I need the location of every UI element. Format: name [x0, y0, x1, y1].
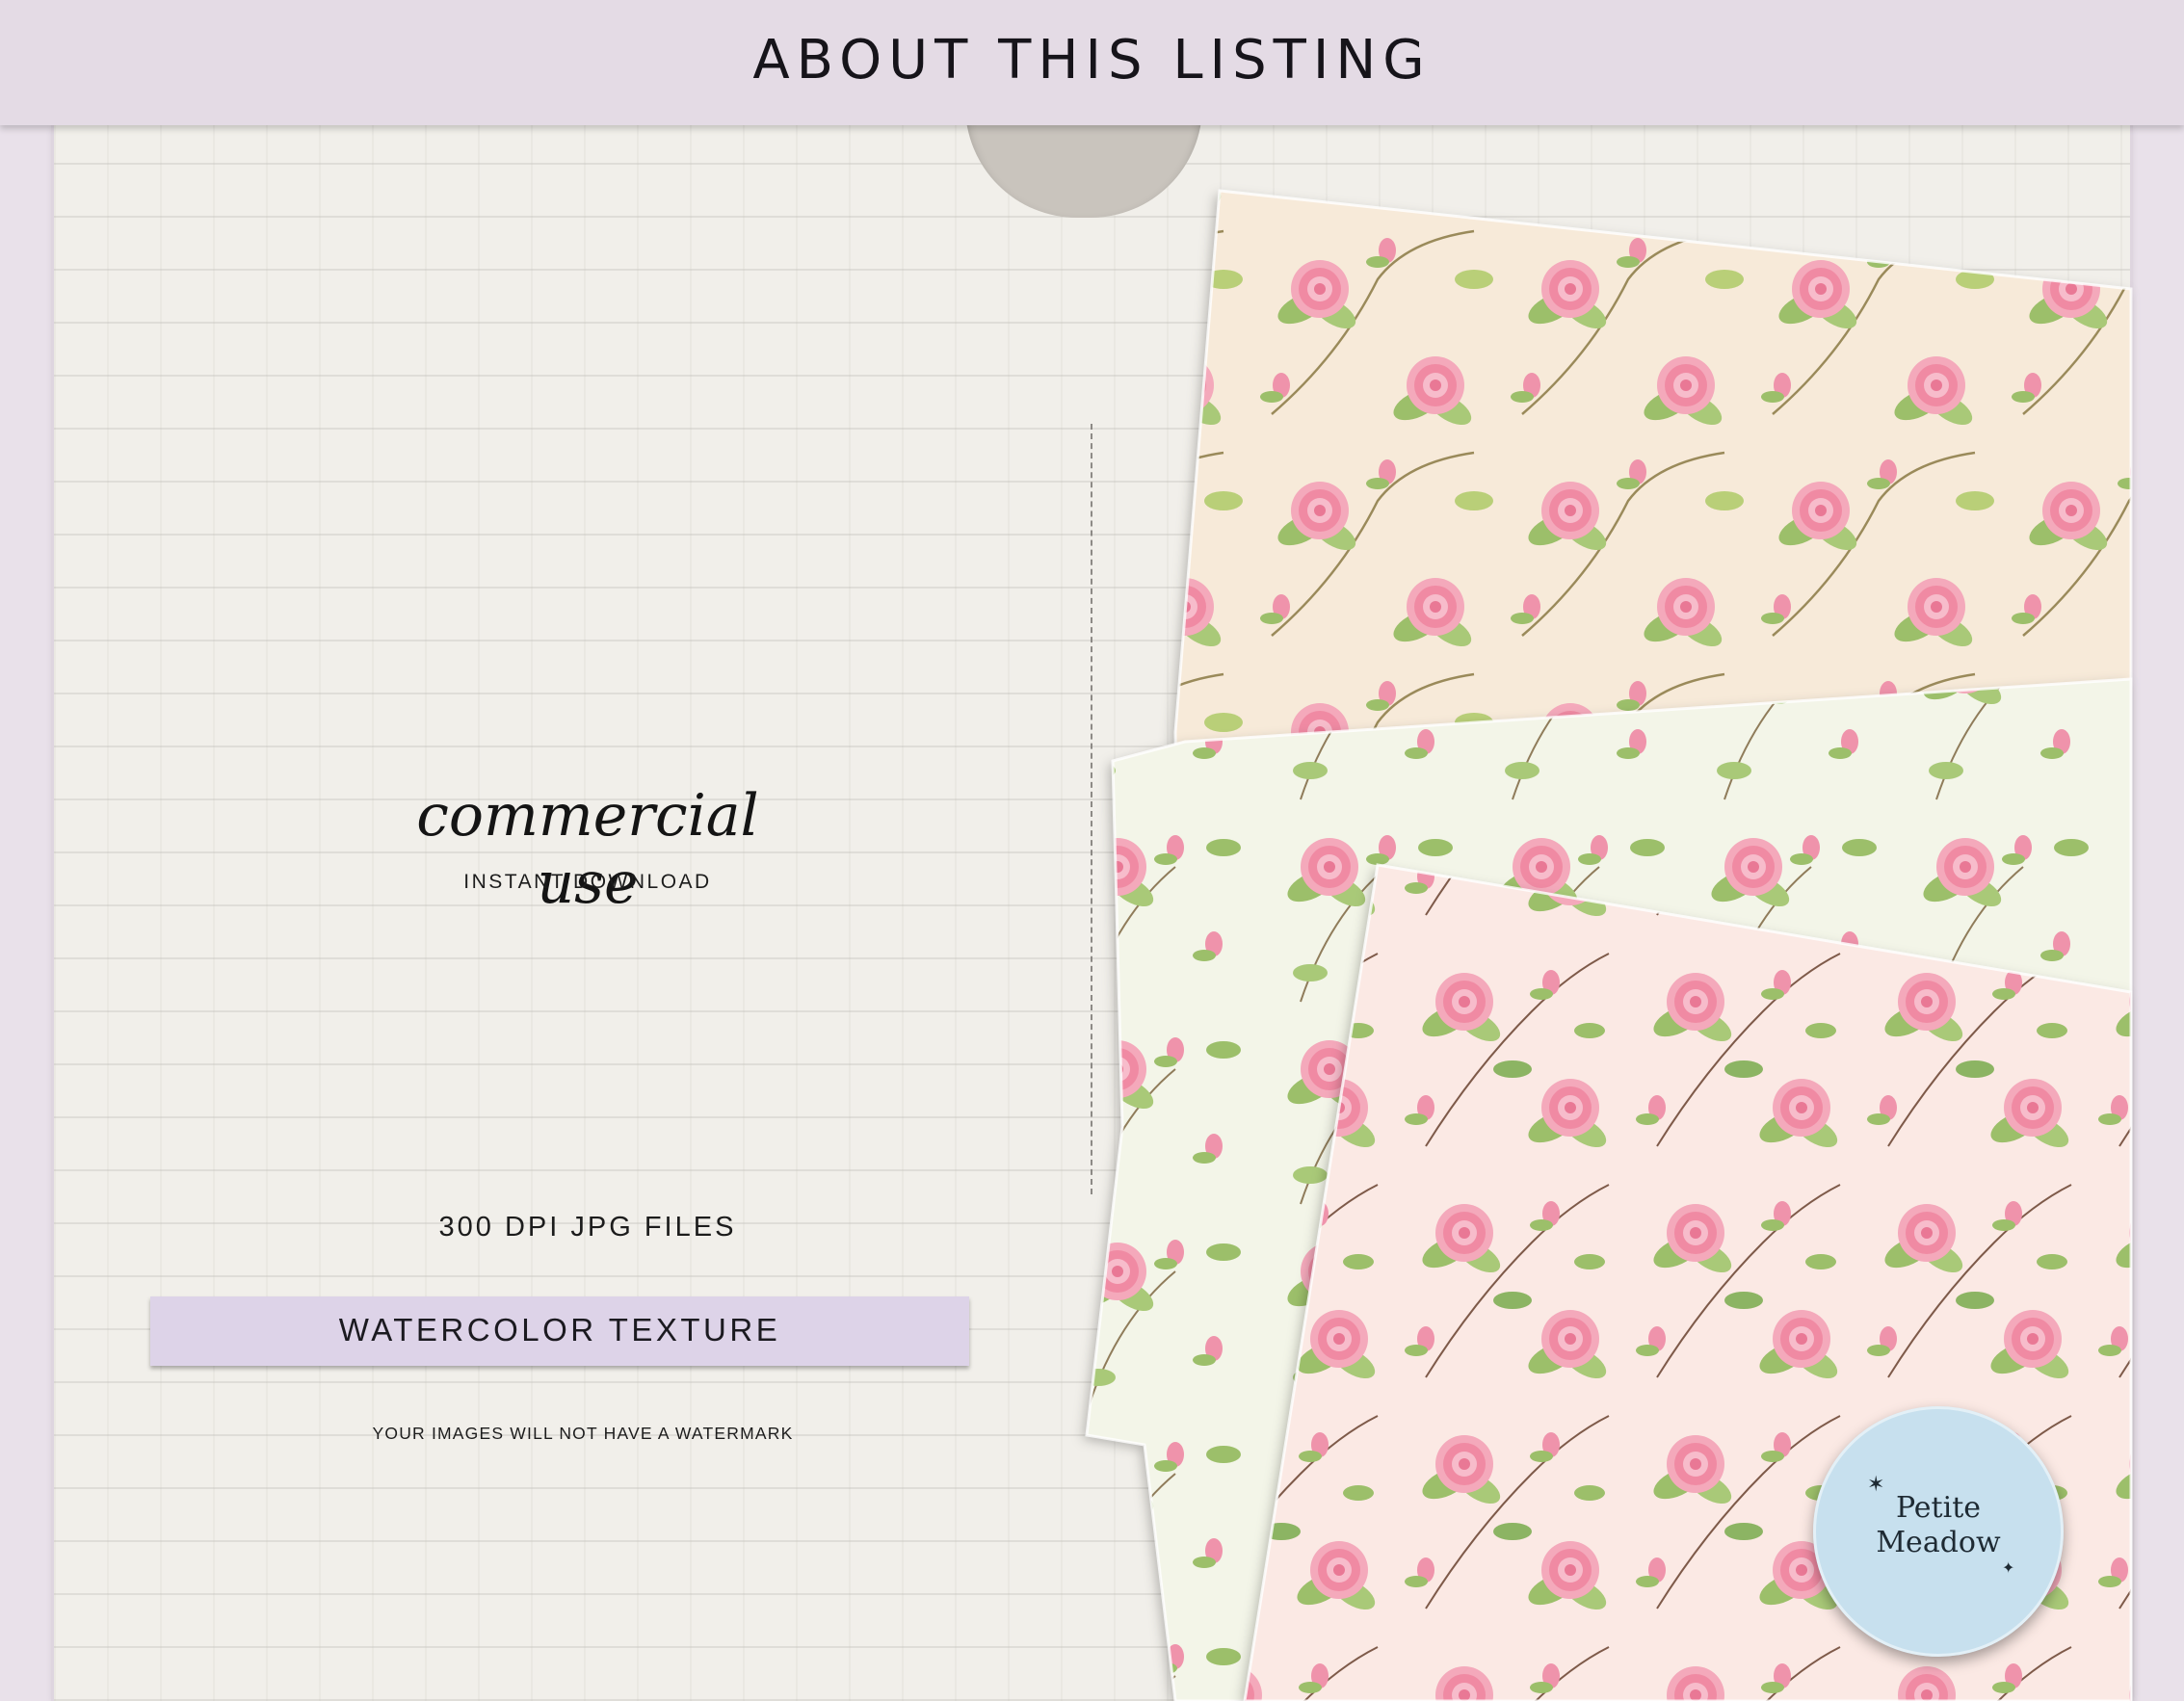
- shop-logo-badge: ✶ ✦ Petite Meadow: [1813, 1406, 2064, 1657]
- sparkle-icon: ✦: [2002, 1560, 2015, 1577]
- logo-line-petite: Petite: [1895, 1491, 1982, 1525]
- page-title: ABOUT THIS LISTING: [752, 29, 1432, 92]
- header-bar: ABOUT THIS LISTING: [0, 0, 2184, 125]
- logo-line-meadow: Meadow: [1876, 1526, 2001, 1559]
